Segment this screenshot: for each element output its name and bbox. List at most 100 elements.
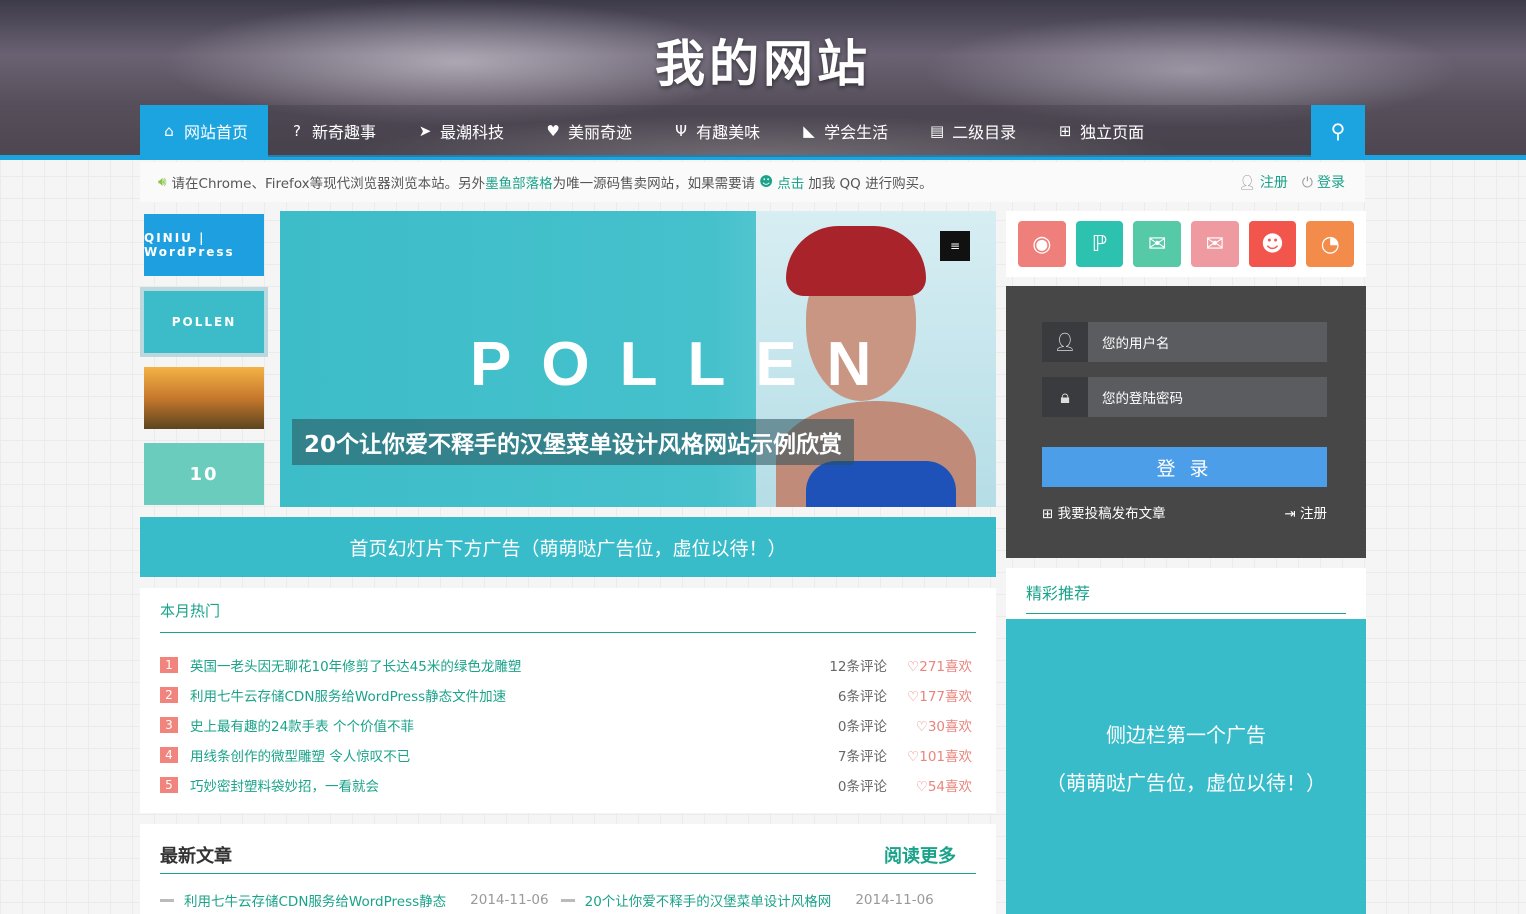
nav-item-page[interactable]: ⊞ 独立页面 — [1036, 105, 1164, 157]
nav-item-fun[interactable]: ? 新奇趣事 — [268, 105, 396, 157]
heart-icon: ♥ — [546, 122, 560, 140]
register-label: 注册 — [1300, 506, 1327, 522]
nav-item-home[interactable]: ⌂ 网站首页 — [140, 105, 269, 157]
social-links: ◉ ℙ ✉ ✉ ☻ ◔ — [1006, 211, 1366, 277]
hot-title[interactable]: 史上最有趣的24款手表 个个价值不菲 — [190, 715, 797, 735]
user-icon: 👤︎ — [1238, 175, 1256, 191]
search-button[interactable]: ⚲ — [1311, 105, 1365, 157]
sign-in-icon: ⇥ — [1284, 506, 1300, 522]
comment-count: 0条评论 — [837, 779, 887, 795]
menu-icon[interactable]: ≡ — [940, 231, 970, 261]
read-more-link[interactable]: 阅读更多 — [884, 842, 956, 868]
thumb-label: 10 — [189, 463, 219, 485]
login-button[interactable]: 登 录 — [1042, 447, 1327, 487]
hot-heading: 本月热门 — [160, 600, 976, 633]
comment-count: 0条评论 — [837, 719, 887, 735]
nav-label: 新奇趣事 — [312, 123, 377, 142]
like-count[interactable]: ♡30喜欢 — [907, 715, 972, 735]
nav-item-food[interactable]: Ψ 有趣美味 — [652, 105, 780, 157]
qq-icon[interactable]: ☻ — [1248, 221, 1297, 267]
slider-thumb-active[interactable]: POLLEN — [140, 287, 268, 357]
slide-image-swimsuit — [806, 461, 956, 507]
hot-list: 1 英国一老头因无聊花10年修剪了长达45米的绿色龙雕塑 12条评论 ♡271喜… — [160, 650, 972, 800]
register-label: 注册 — [1259, 175, 1288, 191]
sidebar-ad-line1: 侧边栏第一个广告 — [1106, 723, 1266, 747]
wechat-icon[interactable]: ✉ — [1133, 221, 1182, 267]
rss-icon[interactable]: ◔ — [1306, 221, 1355, 267]
login-link[interactable]: ⏻ 登录 — [1302, 172, 1345, 192]
notice-link-blog[interactable]: 墨鱼部落格 — [485, 172, 553, 192]
tencent-weibo-icon[interactable]: ℙ — [1075, 221, 1124, 267]
password-field[interactable]: 🔒︎ 您的登陆密码 — [1042, 377, 1327, 417]
login-label: 登录 — [1317, 175, 1345, 191]
main-nav: ⌂ 网站首页 ? 新奇趣事 ➤ 最潮科技 ♥ 美丽奇迹 Ψ 有趣美味 ◣ 学会生… — [140, 105, 1365, 157]
username-placeholder: 您的用户名 — [1102, 336, 1170, 352]
like-count[interactable]: ♡54喜欢 — [907, 775, 972, 795]
list-item: 3 史上最有趣的24款手表 个个价值不菲 0条评论 ♡30喜欢 — [160, 710, 972, 740]
nav-item-life[interactable]: ◣ 学会生活 — [780, 105, 908, 157]
list-item: 4 用线条创作的微型雕塑 令人惊叹不已 7条评论 ♡101喜欢 — [160, 740, 972, 770]
nav-item-beauty[interactable]: ♥ 美丽奇迹 — [524, 105, 652, 157]
email-icon[interactable]: ✉ — [1191, 221, 1239, 267]
username-field[interactable]: 👤︎ 您的用户名 — [1042, 322, 1327, 362]
slider-thumb[interactable]: QINIU | WordPress — [144, 214, 264, 276]
plus-square-icon: ⊞ — [1058, 122, 1072, 140]
sidebar-ad-line2: （萌萌哒广告位，虚位以待！） — [1046, 771, 1326, 795]
submit-article-label: 我要投稿发布文章 — [1057, 506, 1166, 522]
slider-thumb[interactable]: 10 — [144, 443, 264, 505]
account-links: 👤︎ 注册 ⏻ 登录 — [1238, 162, 1345, 202]
nav-label: 美丽奇迹 — [568, 123, 633, 142]
list-item: 1 英国一老头因无聊花10年修剪了长达45米的绿色龙雕塑 12条评论 ♡271喜… — [160, 650, 972, 680]
register-link[interactable]: 👤︎ 注册 — [1238, 172, 1288, 192]
recommend-heading: 精彩推荐 — [1026, 580, 1346, 614]
nav-label: 有趣美味 — [696, 123, 761, 142]
bullhorn-icon: ◣ — [803, 122, 815, 140]
nav-label: 最潮科技 — [440, 123, 505, 142]
site-title[interactable]: 我的网站 — [0, 24, 1526, 96]
slide-brand-text: POLLEN — [470, 330, 902, 399]
hot-title[interactable]: 用线条创作的微型雕塑 令人惊叹不已 — [190, 745, 797, 765]
register-link[interactable]: ⇥ 注册 — [1284, 502, 1327, 522]
like-count[interactable]: ♡271喜欢 — [907, 655, 972, 675]
newest-header: 最新文章 阅读更多 — [160, 836, 976, 874]
hot-panel: 本月热门 1 英国一老头因无聊花10年修剪了长达45米的绿色龙雕塑 12条评论 … — [140, 588, 996, 813]
hot-title[interactable]: 英国一老头因无聊花10年修剪了长达45米的绿色龙雕塑 — [190, 655, 797, 675]
notice-link-click[interactable]: 点击 — [777, 172, 804, 192]
comment-count: 12条评论 — [829, 659, 887, 675]
thumb-label: QINIU | WordPress — [144, 231, 235, 259]
article-date: 2014-11-06 — [855, 892, 934, 908]
rank-badge: 5 — [160, 777, 178, 793]
comment-count: 6条评论 — [837, 689, 887, 705]
plus-square-icon: ⊞ — [1042, 506, 1058, 522]
nav-item-subdir[interactable]: ▤ 二级目录 — [908, 105, 1036, 157]
home-icon: ⌂ — [164, 122, 174, 140]
weibo-icon[interactable]: ◉ — [1018, 221, 1066, 267]
like-count[interactable]: ♡177喜欢 — [907, 685, 972, 705]
recommend-panel: 精彩推荐 — [1006, 568, 1366, 620]
article-date: 2014-11-06 — [470, 892, 549, 908]
hot-title[interactable]: 利用七牛云存储CDN服务给WordPress静态文件加速 — [190, 685, 797, 705]
thumb-label: POLLEN — [171, 315, 237, 329]
sidebar-ad[interactable]: 侧边栏第一个广告 （萌萌哒广告位，虚位以待！） — [1006, 619, 1366, 914]
bullet-dash — [160, 898, 174, 902]
qq-small-icon: ☻ — [759, 174, 774, 190]
lock-icon: 🔒︎ — [1042, 377, 1088, 417]
nav-item-tech[interactable]: ➤ 最潮科技 — [396, 105, 524, 157]
notice-middle: 为唯一源码售卖网站，如果需要请 — [552, 176, 756, 192]
article-link[interactable]: 利用七牛云存储CDN服务给WordPress静态 — [184, 890, 446, 910]
slider-thumb[interactable] — [144, 367, 264, 429]
slide-caption[interactable]: 20个让你爱不释手的汉堡菜单设计风格网站示例欣赏 — [292, 419, 855, 465]
notice-prefix: 请在Chrome、Firefox等现代浏览器浏览本站。另外 — [171, 176, 486, 192]
main-slider[interactable]: POLLEN 20个让你爱不释手的汉堡菜单设计风格网站示例欣赏 ≡ — [280, 211, 996, 507]
bullet-dash — [560, 898, 575, 902]
article-link[interactable]: 20个让你爱不释手的汉堡菜单设计风格网 — [585, 890, 832, 910]
like-count[interactable]: ♡101喜欢 — [907, 745, 972, 765]
hot-title[interactable]: 巧妙密封塑料袋妙招，一看就会 — [190, 775, 797, 795]
newest-heading: 最新文章 — [160, 845, 232, 867]
ad-banner[interactable]: 首页幻灯片下方广告（萌萌哒广告位，虚位以待！） — [140, 517, 996, 577]
slide-image-headscarf — [786, 226, 926, 296]
submit-article-link[interactable]: ⊞ 我要投稿发布文章 — [1042, 502, 1166, 522]
nav-label: 网站首页 — [184, 123, 249, 142]
notice-suffix: 加我 QQ 进行购买。 — [808, 176, 933, 192]
user-icon: 👤︎ — [1042, 322, 1088, 362]
